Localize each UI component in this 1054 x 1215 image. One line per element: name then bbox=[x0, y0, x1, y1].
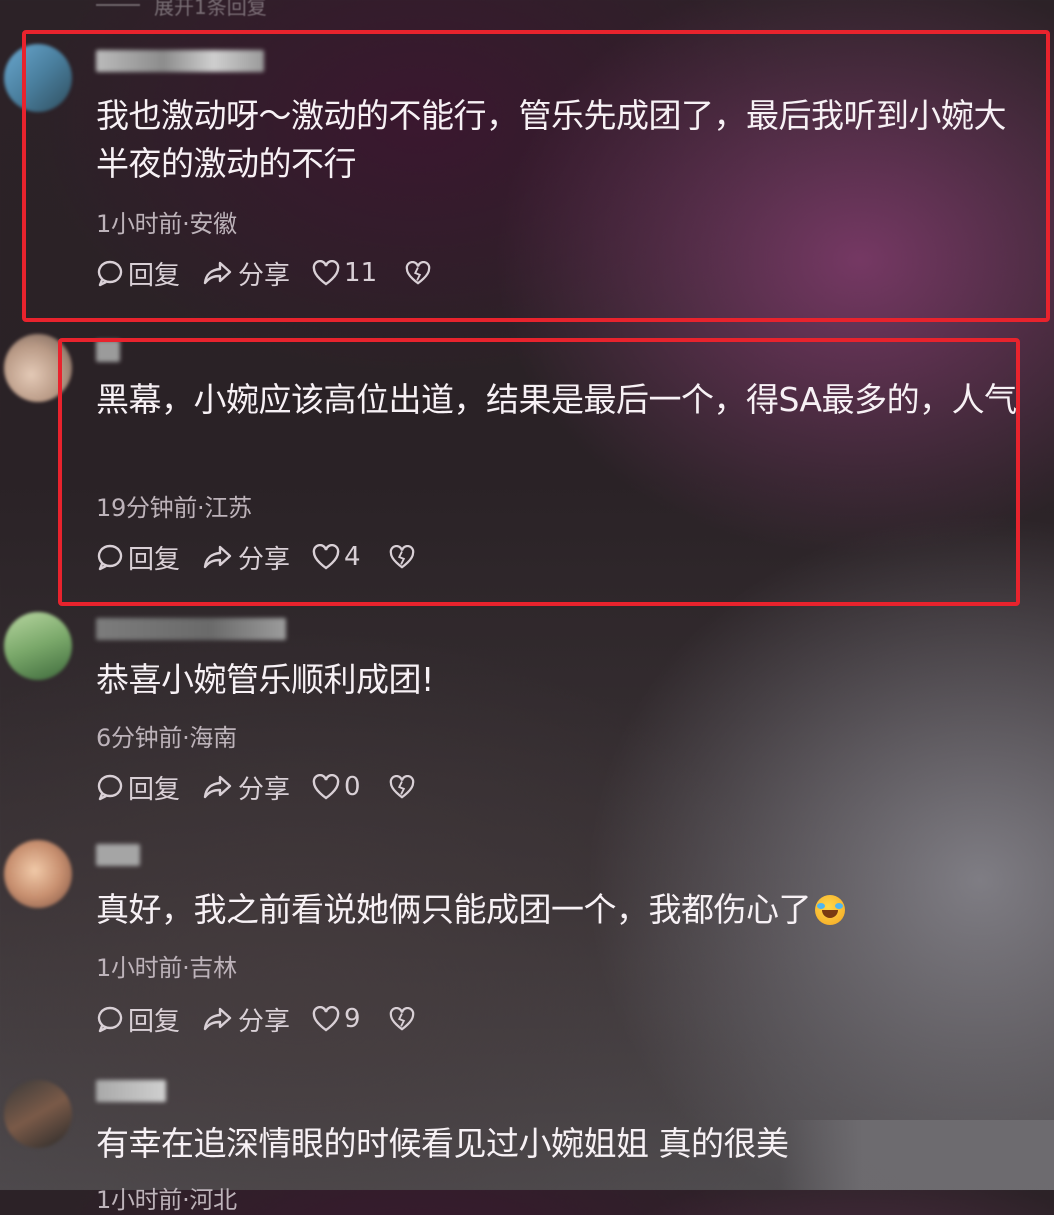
reply-label: 回复 bbox=[128, 260, 181, 291]
avatar[interactable] bbox=[4, 1080, 72, 1148]
comment-meta: 1小时前·河北 bbox=[96, 1186, 237, 1214]
like-count: 11 bbox=[344, 258, 378, 288]
comment-bubble-icon bbox=[97, 544, 123, 571]
expand-replies-hint[interactable]: 展开1条回复 bbox=[96, 0, 396, 19]
share-button[interactable]: 分享 bbox=[202, 1001, 290, 1038]
username-blurred[interactable] bbox=[96, 618, 286, 640]
comment-text-content: 真好，我之前看说她俩只能成团一个，我都伤心了 bbox=[96, 890, 812, 929]
comment-meta: 1小时前·吉林 bbox=[96, 954, 237, 982]
comment-text: 真好，我之前看说她俩只能成团一个，我都伤心了 bbox=[96, 886, 1034, 934]
like-count: 9 bbox=[344, 1004, 361, 1034]
like-count: 4 bbox=[344, 542, 361, 572]
avatar[interactable] bbox=[4, 44, 72, 112]
share-label: 分享 bbox=[238, 260, 291, 291]
laughing-tears-emoji-icon bbox=[815, 895, 845, 925]
comment-meta: 1小时前·安徽 bbox=[96, 210, 237, 238]
reply-label: 回复 bbox=[128, 774, 181, 805]
comment-meta: 6分钟前·海南 bbox=[96, 724, 237, 752]
avatar[interactable] bbox=[4, 612, 72, 680]
comment-bubble-icon bbox=[97, 1006, 123, 1033]
heart-icon bbox=[312, 260, 340, 286]
comment-text: 黑幕，小婉应该高位出道，结果是最后一个，得SA最多的，人气 bbox=[96, 380, 1017, 419]
like-button[interactable]: 11 bbox=[312, 258, 377, 288]
dislike-button[interactable] bbox=[389, 1007, 415, 1031]
share-arrow-icon bbox=[203, 545, 232, 569]
heart-icon bbox=[312, 544, 340, 570]
comment-actions: 回复 分享 9 bbox=[96, 1001, 437, 1038]
username-blurred[interactable] bbox=[96, 844, 140, 866]
avatar[interactable] bbox=[4, 840, 72, 908]
bottom-blur-overlay bbox=[780, 1120, 1054, 1190]
dislike-button[interactable] bbox=[389, 545, 415, 569]
comment-bubble-icon bbox=[97, 774, 123, 801]
broken-heart-icon bbox=[405, 261, 431, 285]
like-button[interactable]: 9 bbox=[312, 1004, 361, 1034]
broken-heart-icon bbox=[389, 775, 414, 799]
dislike-button[interactable] bbox=[389, 775, 415, 799]
username-blurred[interactable] bbox=[96, 1080, 166, 1102]
heart-icon bbox=[312, 1006, 340, 1032]
share-label: 分享 bbox=[238, 1006, 291, 1037]
comment-actions: 回复 分享 0 bbox=[96, 769, 437, 806]
reply-label: 回复 bbox=[128, 1006, 181, 1037]
username-blurred[interactable] bbox=[96, 340, 120, 362]
username-blurred[interactable] bbox=[96, 50, 264, 72]
share-button[interactable]: 分享 bbox=[202, 255, 290, 292]
comment-actions: 回复 分享 4 bbox=[96, 539, 437, 576]
divider bbox=[96, 4, 140, 6]
share-arrow-icon bbox=[203, 261, 232, 285]
reply-button[interactable]: 回复 bbox=[96, 1001, 180, 1038]
share-arrow-icon bbox=[203, 1007, 232, 1031]
share-button[interactable]: 分享 bbox=[202, 539, 290, 576]
reply-button[interactable]: 回复 bbox=[96, 769, 180, 806]
comment-actions: 回复 分享 11 bbox=[96, 255, 453, 292]
comment-text: 恭喜小婉管乐顺利成团! bbox=[96, 660, 434, 699]
reply-button[interactable]: 回复 bbox=[96, 255, 180, 292]
reply-label: 回复 bbox=[128, 544, 181, 575]
dislike-button[interactable] bbox=[405, 261, 431, 285]
like-button[interactable]: 4 bbox=[312, 542, 361, 572]
share-arrow-icon bbox=[203, 775, 232, 799]
reply-button[interactable]: 回复 bbox=[96, 539, 180, 576]
comment-bubble-icon bbox=[97, 260, 123, 287]
broken-heart-icon bbox=[389, 1007, 414, 1031]
avatar[interactable] bbox=[4, 334, 72, 402]
like-count: 0 bbox=[344, 772, 361, 802]
broken-heart-icon bbox=[389, 545, 414, 569]
comment-text: 我也激动呀～激动的不能行，管乐先成团了，最后我听到小婉大半夜的激动的不行 bbox=[96, 96, 1007, 183]
comment-meta: 19分钟前·江苏 bbox=[96, 494, 252, 522]
share-button[interactable]: 分享 bbox=[202, 769, 290, 806]
share-label: 分享 bbox=[238, 774, 291, 805]
like-button[interactable]: 0 bbox=[312, 772, 361, 802]
share-label: 分享 bbox=[238, 544, 291, 575]
expand-replies-label: 展开1条回复 bbox=[154, 0, 267, 19]
heart-icon bbox=[312, 774, 340, 800]
